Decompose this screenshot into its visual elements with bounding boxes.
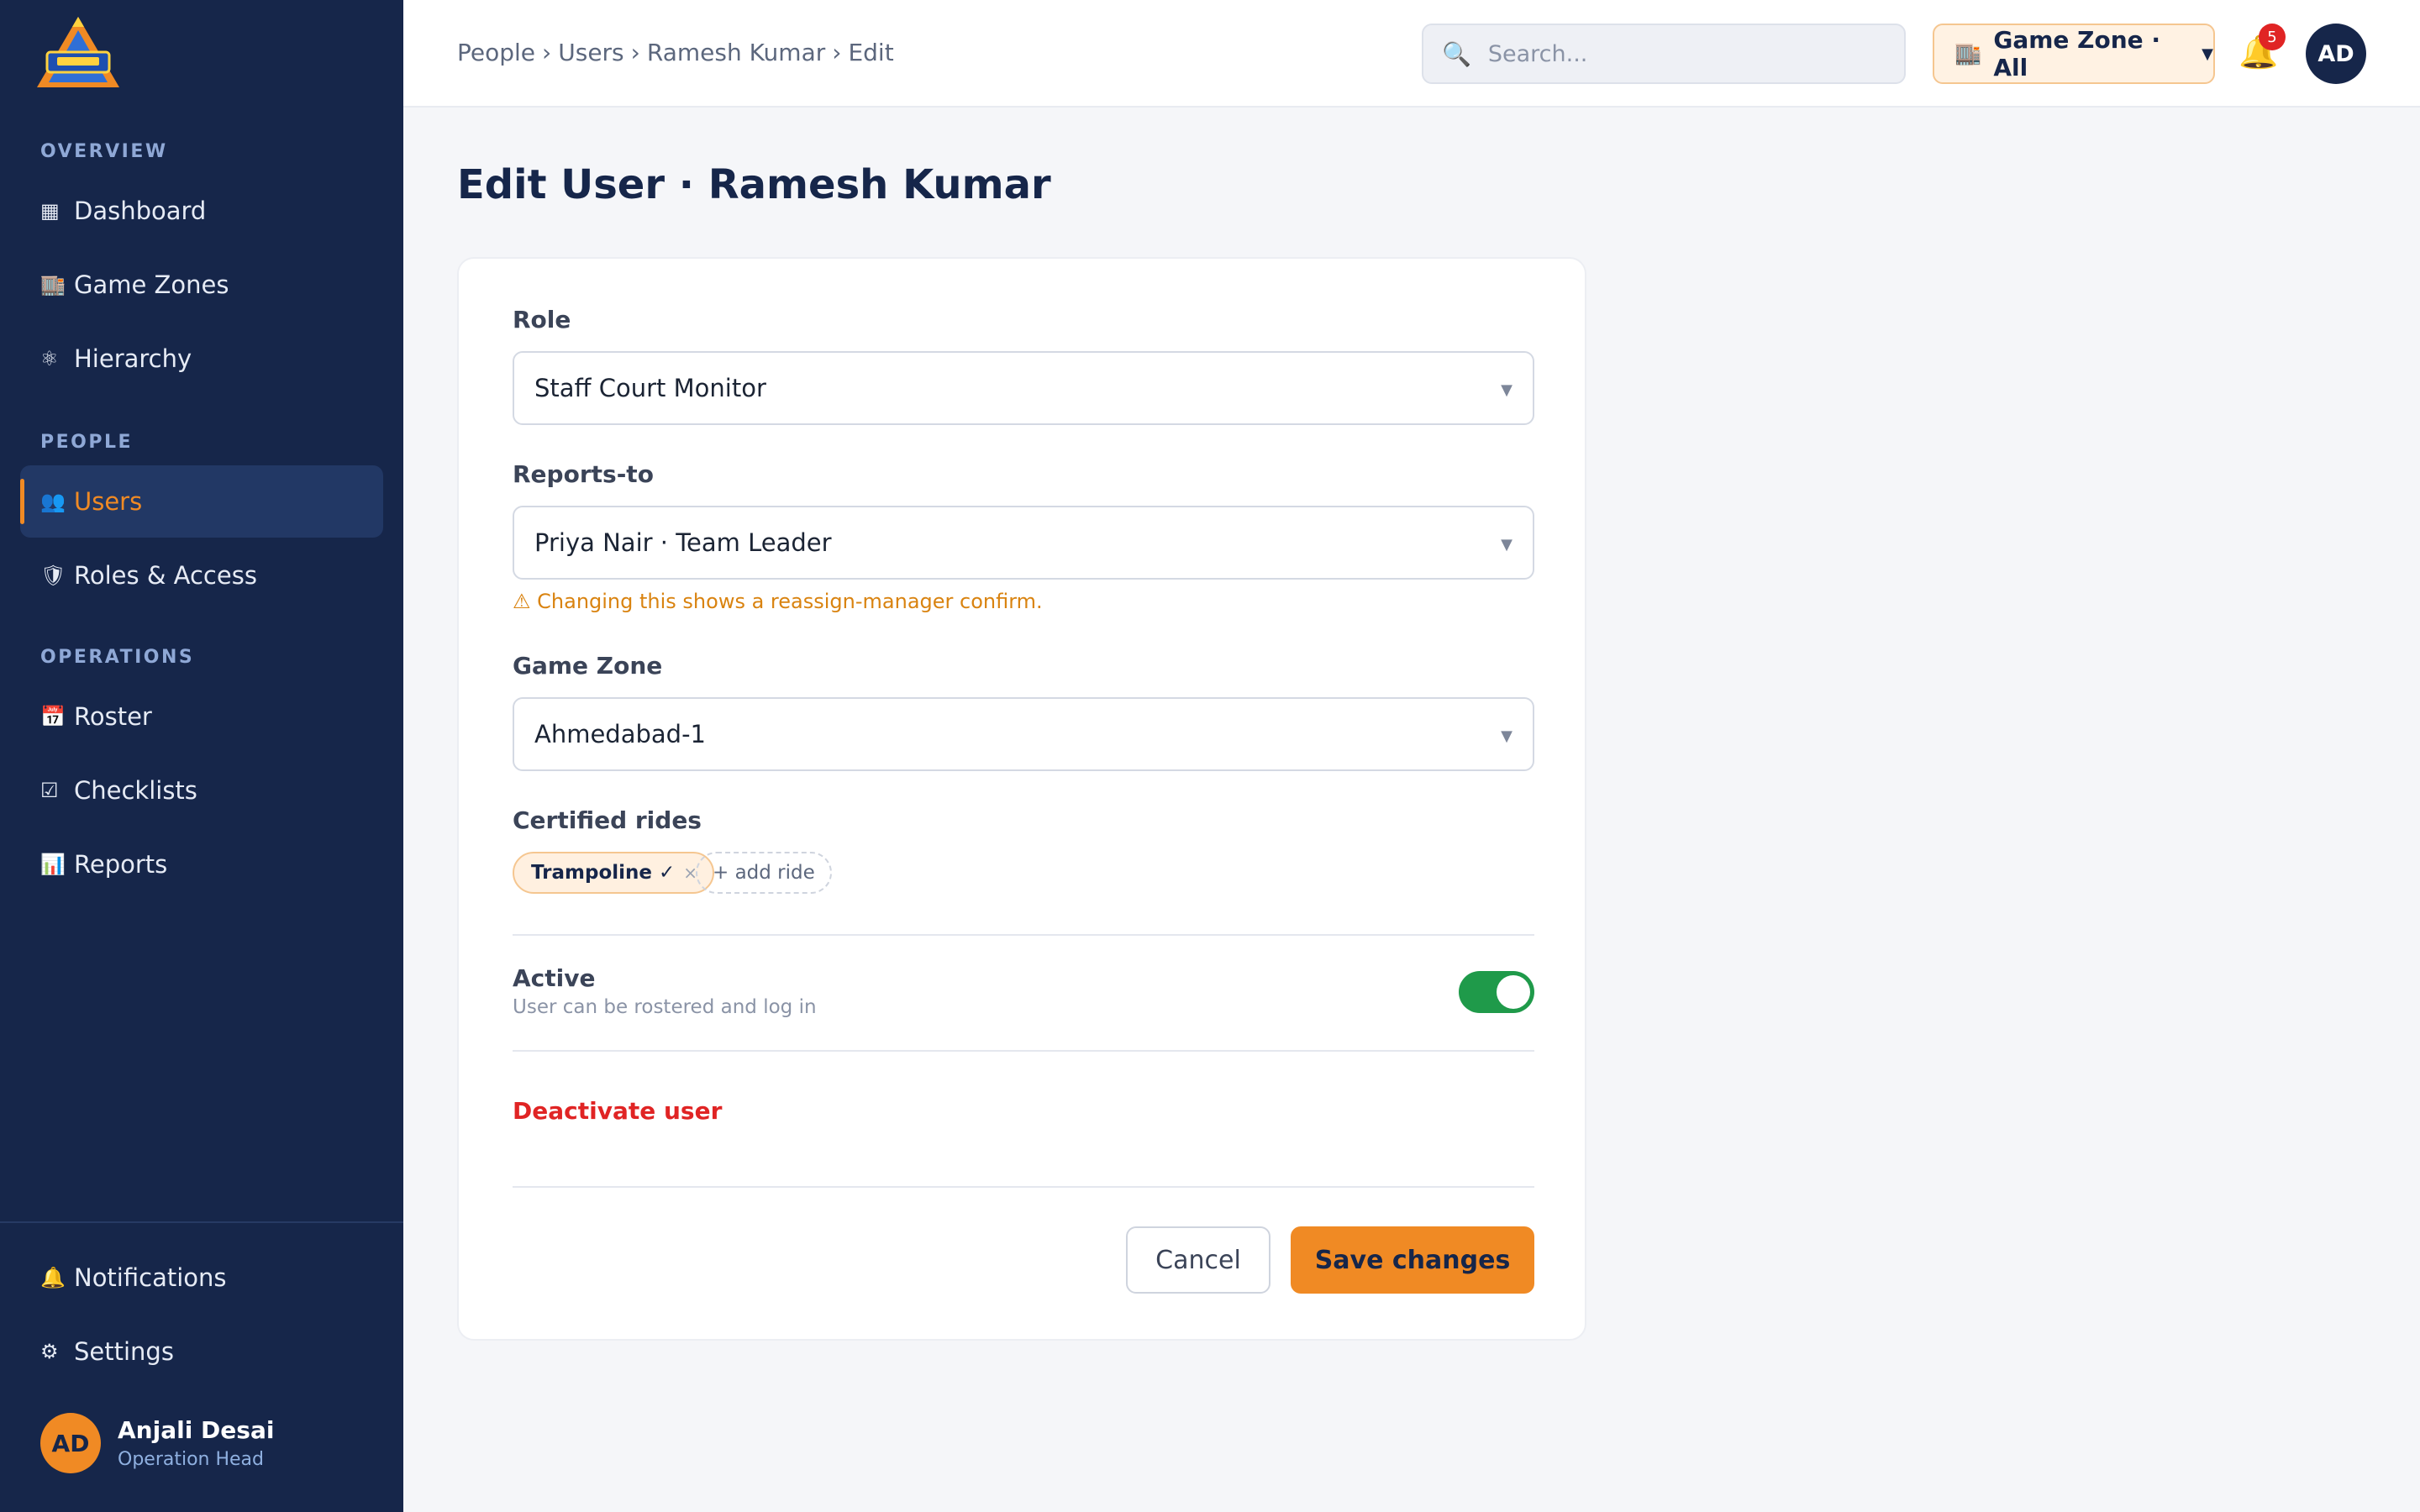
active-label: Active <box>513 964 596 992</box>
deactivate-user-button[interactable]: Deactivate user <box>513 1097 722 1125</box>
breadcrumb-separator: › <box>542 39 552 66</box>
active-description: User can be rostered and log in <box>513 996 817 1018</box>
game-zone-selector-label: Game Zone · All <box>1993 26 2161 81</box>
gear-icon: ⚙ <box>40 1340 59 1363</box>
chevron-down-icon: ▼ <box>1501 381 1512 399</box>
divider <box>513 1050 1534 1052</box>
sidebar-item-label: Roles & Access <box>74 561 257 590</box>
page-title: Edit User · Ramesh Kumar <box>457 161 1051 208</box>
sidebar-item-label: Checklists <box>74 776 197 805</box>
divider <box>513 1186 1534 1188</box>
chevron-down-icon: ▼ <box>1501 727 1512 745</box>
calendar-icon: 📅 <box>40 705 66 728</box>
sidebar-item-users[interactable]: 👥 Users <box>20 465 383 538</box>
reassign-warning: ⚠ Changing this shows a reassign-manager… <box>513 590 1043 613</box>
reports-to-select[interactable]: Priya Nair · Team Leader ▼ <box>513 506 1534 580</box>
search-icon: 🔍 <box>1442 39 1471 68</box>
sidebar-item-label: Game Zones <box>74 270 229 299</box>
game-zone-label: Game Zone <box>513 652 663 680</box>
sidebar-item-reports[interactable]: 📊 Reports <box>20 828 383 900</box>
shield-icon: 🛡 <box>40 564 66 587</box>
section-label-operations: OPERATIONS <box>40 647 195 668</box>
checkbox-icon: ☑ <box>40 779 59 802</box>
ride-chip: Trampoline ✓ × <box>513 852 715 894</box>
hierarchy-icon: ⚛ <box>40 347 59 370</box>
certified-rides-label: Certified rides <box>513 806 702 834</box>
sidebar-item-label: Roster <box>74 702 152 731</box>
bar-chart-icon: 📊 <box>40 853 66 876</box>
breadcrumb-user[interactable]: Ramesh Kumar <box>647 39 825 66</box>
game-zone-selector[interactable]: 🏬 Game Zone · All ▼ <box>1933 24 2215 84</box>
chevron-down-icon: ▼ <box>2202 45 2213 63</box>
search-input[interactable] <box>1487 40 1875 67</box>
sidebar-item-checklists[interactable]: ☑ Checklists <box>20 754 383 827</box>
role-select[interactable]: Staff Court Monitor ▼ <box>513 351 1534 425</box>
breadcrumb-people[interactable]: People <box>457 39 535 66</box>
sidebar-item-label: Dashboard <box>74 197 207 225</box>
role-select-value: Staff Court Monitor <box>534 374 766 402</box>
avatar[interactable]: AD <box>2306 24 2366 84</box>
profile-name: Anjali Desai <box>118 1416 275 1444</box>
toggle-knob <box>1497 975 1530 1009</box>
reports-to-label: Reports-to <box>513 460 654 488</box>
breadcrumb-separator: › <box>832 39 842 66</box>
avatar: AD <box>40 1413 101 1473</box>
sidebar-item-label: Notifications <box>74 1263 227 1292</box>
cancel-button[interactable]: Cancel <box>1126 1226 1270 1294</box>
add-ride-button[interactable]: + add ride <box>696 852 832 894</box>
game-zone-select-value: Ahmedabad-1 <box>534 720 706 748</box>
section-label-people: PEOPLE <box>40 432 134 453</box>
sidebar-item-roles-access[interactable]: 🛡 Roles & Access <box>20 539 383 612</box>
building-icon: 🏬 <box>1954 41 1982 66</box>
game-zone-select[interactable]: Ahmedabad-1 ▼ <box>513 697 1534 771</box>
sidebar-item-game-zones[interactable]: 🏬 Game Zones <box>20 249 383 321</box>
topbar: People › Users › Ramesh Kumar › Edit 🔍 🏬… <box>403 0 2420 108</box>
dashboard-icon: ▦ <box>40 199 60 223</box>
user-profile[interactable]: AD Anjali Desai Operation Head <box>40 1413 274 1473</box>
profile-text: Anjali Desai Operation Head <box>118 1416 274 1470</box>
brand-logo[interactable] <box>32 15 124 92</box>
sidebar-item-dashboard[interactable]: ▦ Dashboard <box>20 175 383 247</box>
reports-to-select-value: Priya Nair · Team Leader <box>534 528 832 557</box>
sidebar-item-hierarchy[interactable]: ⚛ Hierarchy <box>20 323 383 395</box>
notification-badge: 5 <box>2259 24 2286 50</box>
breadcrumb-current: Edit <box>848 39 894 66</box>
breadcrumb-users[interactable]: Users <box>558 39 623 66</box>
sidebar-item-label: Reports <box>74 850 168 879</box>
bell-icon: 🔔 <box>40 1266 66 1289</box>
sidebar-divider <box>0 1221 403 1223</box>
sidebar-item-notifications[interactable]: 🔔 Notifications <box>20 1242 383 1314</box>
sidebar-item-settings[interactable]: ⚙ Settings <box>20 1315 383 1388</box>
divider <box>513 934 1534 936</box>
sidebar-item-label: Hierarchy <box>74 344 192 373</box>
edit-user-form: Role Staff Court Monitor ▼ Reports-to Pr… <box>457 257 1586 1341</box>
sidebar-item-roster[interactable]: 📅 Roster <box>20 680 383 753</box>
ride-chip-label: Trampoline ✓ <box>531 862 676 884</box>
breadcrumb: People › Users › Ramesh Kumar › Edit <box>457 39 894 66</box>
chevron-down-icon: ▼ <box>1501 536 1512 554</box>
building-icon: 🏬 <box>40 273 66 297</box>
active-toggle[interactable] <box>1459 971 1534 1013</box>
search-box[interactable]: 🔍 <box>1422 24 1906 84</box>
sidebar-item-label: Users <box>74 487 143 516</box>
breadcrumb-separator: › <box>630 39 640 66</box>
sidebar: OVERVIEW ▦ Dashboard 🏬 Game Zones ⚛ Hier… <box>0 0 403 1512</box>
profile-role: Operation Head <box>118 1449 265 1470</box>
sidebar-item-label: Settings <box>74 1337 174 1366</box>
role-label: Role <box>513 306 571 333</box>
section-label-overview: OVERVIEW <box>40 141 168 162</box>
users-icon: 👥 <box>40 490 66 513</box>
save-button[interactable]: Save changes <box>1291 1226 1534 1294</box>
